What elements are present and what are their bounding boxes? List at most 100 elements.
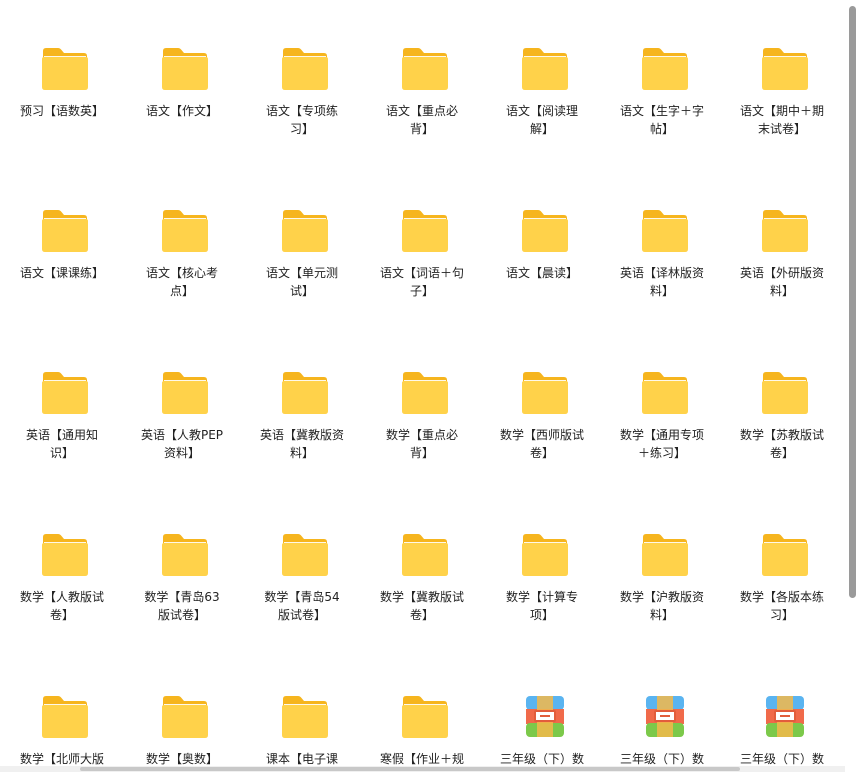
- horizontal-scroll-thumb[interactable]: [80, 767, 740, 771]
- folder-item[interactable]: 数学【北师大版: [7, 695, 117, 772]
- folder-item[interactable]: 数学【青岛63版试卷】: [127, 533, 237, 643]
- folder-item[interactable]: 英语【冀教版资料】: [247, 371, 357, 481]
- folder-icon: [280, 695, 330, 739]
- folder-item[interactable]: 语文【词语＋句子】: [367, 209, 477, 319]
- folder-item[interactable]: 寒假【作业＋规: [367, 695, 477, 772]
- item-label: 语文【词语＋句子】: [379, 266, 464, 298]
- folder-icon: [520, 533, 570, 577]
- folder-item[interactable]: 数学【苏教版试卷】: [727, 371, 837, 481]
- archive-icon-graphic: [526, 696, 564, 737]
- item-label: 英语【冀教版资料】: [259, 428, 344, 460]
- folder-icon: [640, 209, 690, 253]
- folder-icon-graphic: [402, 696, 448, 738]
- folder-icon: [400, 209, 450, 253]
- folder-item[interactable]: 课本【电子课: [247, 695, 357, 772]
- folder-item[interactable]: 数学【西师版试卷】: [487, 371, 597, 481]
- folder-icon: [40, 371, 90, 415]
- item-label: 语文【作文】: [145, 104, 218, 118]
- folder-icon: [280, 533, 330, 577]
- item-label: 英语【译林版资料】: [619, 266, 704, 298]
- item-label: 语文【单元测试】: [265, 266, 338, 298]
- folder-item[interactable]: 语文【课课练】: [7, 209, 117, 319]
- folder-item[interactable]: 语文【作文】: [127, 47, 237, 157]
- item-label: 数学【人教版试卷】: [19, 590, 104, 622]
- item-label: 数学【苏教版试卷】: [739, 428, 824, 460]
- folder-item[interactable]: 语文【阅读理解】: [487, 47, 597, 157]
- folder-icon-graphic: [402, 210, 448, 252]
- item-label: 语文【晨读】: [505, 266, 578, 280]
- folder-item[interactable]: 数学【人教版试卷】: [7, 533, 117, 643]
- folder-icon: [40, 47, 90, 91]
- item-label: 数学【青岛54版试卷】: [264, 590, 340, 622]
- folder-icon: [160, 371, 210, 415]
- item-label: 数学【沪教版资料】: [619, 590, 704, 622]
- folder-icon-graphic: [522, 210, 568, 252]
- folder-icon-graphic: [762, 372, 808, 414]
- folder-item[interactable]: 语文【生字＋字帖】: [607, 47, 717, 157]
- folder-item[interactable]: 语文【期中＋期末试卷】: [727, 47, 837, 157]
- folder-icon: [280, 209, 330, 253]
- folder-item[interactable]: 英语【人教PEP资料】: [127, 371, 237, 481]
- item-label: 数学【通用专项＋练习】: [619, 428, 704, 460]
- folder-icon-graphic: [42, 534, 88, 576]
- folder-item[interactable]: 数学【重点必背】: [367, 371, 477, 481]
- folder-item[interactable]: 语文【核心考点】: [127, 209, 237, 319]
- folder-item[interactable]: 数学【奥数】: [127, 695, 237, 772]
- folder-icon-graphic: [282, 534, 328, 576]
- folder-icon: [640, 533, 690, 577]
- folder-item[interactable]: 数学【冀教版试卷】: [367, 533, 477, 643]
- folder-item[interactable]: 英语【外研版资料】: [727, 209, 837, 319]
- horizontal-scrollbar[interactable]: [0, 766, 845, 772]
- folder-icon: [640, 371, 690, 415]
- folder-icon-graphic: [42, 210, 88, 252]
- archive-icon: [520, 695, 570, 739]
- archive-file-item[interactable]: 三年级（下）数: [487, 695, 597, 772]
- folder-icon-graphic: [162, 48, 208, 90]
- folder-icon: [280, 47, 330, 91]
- folder-item[interactable]: 语文【单元测试】: [247, 209, 357, 319]
- folder-icon: [280, 371, 330, 415]
- archive-icon: [760, 695, 810, 739]
- folder-item[interactable]: 数学【通用专项＋练习】: [607, 371, 717, 481]
- folder-icon-graphic: [162, 534, 208, 576]
- folder-icon-graphic: [762, 210, 808, 252]
- folder-icon-graphic: [282, 696, 328, 738]
- folder-item[interactable]: 英语【通用知识】: [7, 371, 117, 481]
- folder-icon: [400, 695, 450, 739]
- item-label: 语文【课课练】: [19, 266, 104, 280]
- folder-icon-graphic: [282, 48, 328, 90]
- archive-icon: [640, 695, 690, 739]
- folder-icon-graphic: [642, 534, 688, 576]
- folder-icon-graphic: [162, 372, 208, 414]
- folder-item[interactable]: 数学【青岛54版试卷】: [247, 533, 357, 643]
- folder-icon-graphic: [642, 48, 688, 90]
- folder-item[interactable]: 数学【计算专项】: [487, 533, 597, 643]
- folder-icon: [160, 695, 210, 739]
- archive-file-item[interactable]: 三年级（下）数: [727, 695, 837, 772]
- folder-icon: [400, 533, 450, 577]
- item-label: 语文【专项练习】: [265, 104, 338, 136]
- folder-icon-graphic: [522, 534, 568, 576]
- folder-icon-graphic: [162, 210, 208, 252]
- folder-icon: [160, 533, 210, 577]
- folder-icon: [400, 47, 450, 91]
- folder-icon: [520, 371, 570, 415]
- item-label: 语文【期中＋期末试卷】: [739, 104, 824, 136]
- folder-item[interactable]: 语文【专项练习】: [247, 47, 357, 157]
- folder-item[interactable]: 语文【晨读】: [487, 209, 597, 319]
- archive-file-item[interactable]: 三年级（下）数: [607, 695, 717, 772]
- folder-icon-graphic: [282, 210, 328, 252]
- item-label: 数学【计算专项】: [505, 590, 578, 622]
- folder-item[interactable]: 数学【各版本练习】: [727, 533, 837, 643]
- folder-icon: [760, 47, 810, 91]
- vertical-scroll-thumb[interactable]: [849, 6, 856, 598]
- folder-icon-graphic: [522, 372, 568, 414]
- folder-icon-graphic: [762, 48, 808, 90]
- folder-item[interactable]: 数学【沪教版资料】: [607, 533, 717, 643]
- folder-item[interactable]: 预习【语数英】: [7, 47, 117, 157]
- folder-item[interactable]: 语文【重点必背】: [367, 47, 477, 157]
- item-label: 语文【重点必背】: [385, 104, 458, 136]
- folder-item[interactable]: 英语【译林版资料】: [607, 209, 717, 319]
- vertical-scrollbar[interactable]: [845, 0, 859, 772]
- folder-icon: [640, 47, 690, 91]
